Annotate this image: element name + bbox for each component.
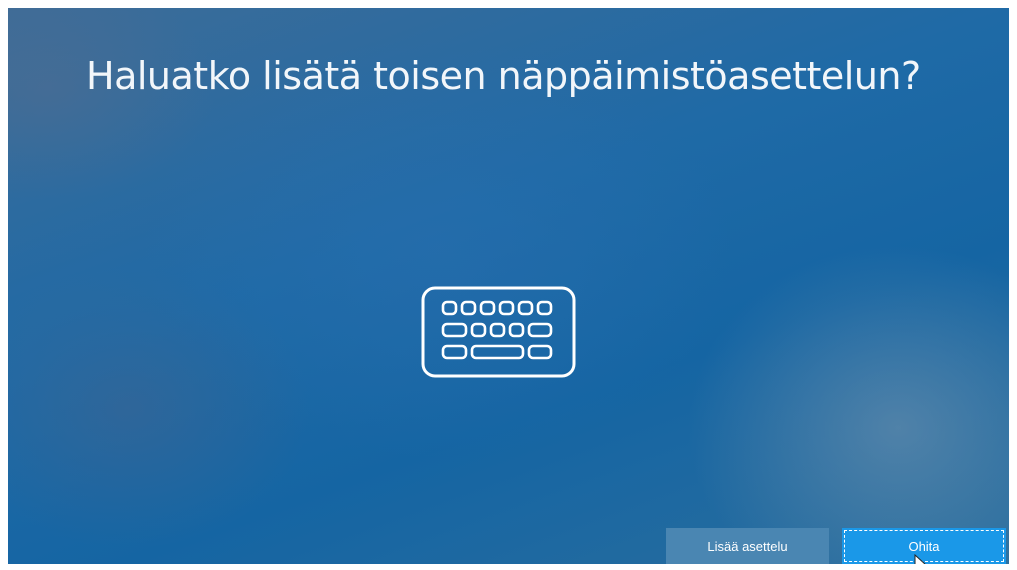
keyboard-icon bbox=[421, 286, 576, 378]
mouse-cursor-icon bbox=[914, 554, 926, 564]
add-layout-button[interactable]: Lisää asettelu bbox=[666, 528, 829, 564]
oobe-screen: Haluatko lisätä toisen näppäimistöasette… bbox=[8, 8, 1009, 564]
page-title: Haluatko lisätä toisen näppäimistöasette… bbox=[86, 54, 921, 98]
